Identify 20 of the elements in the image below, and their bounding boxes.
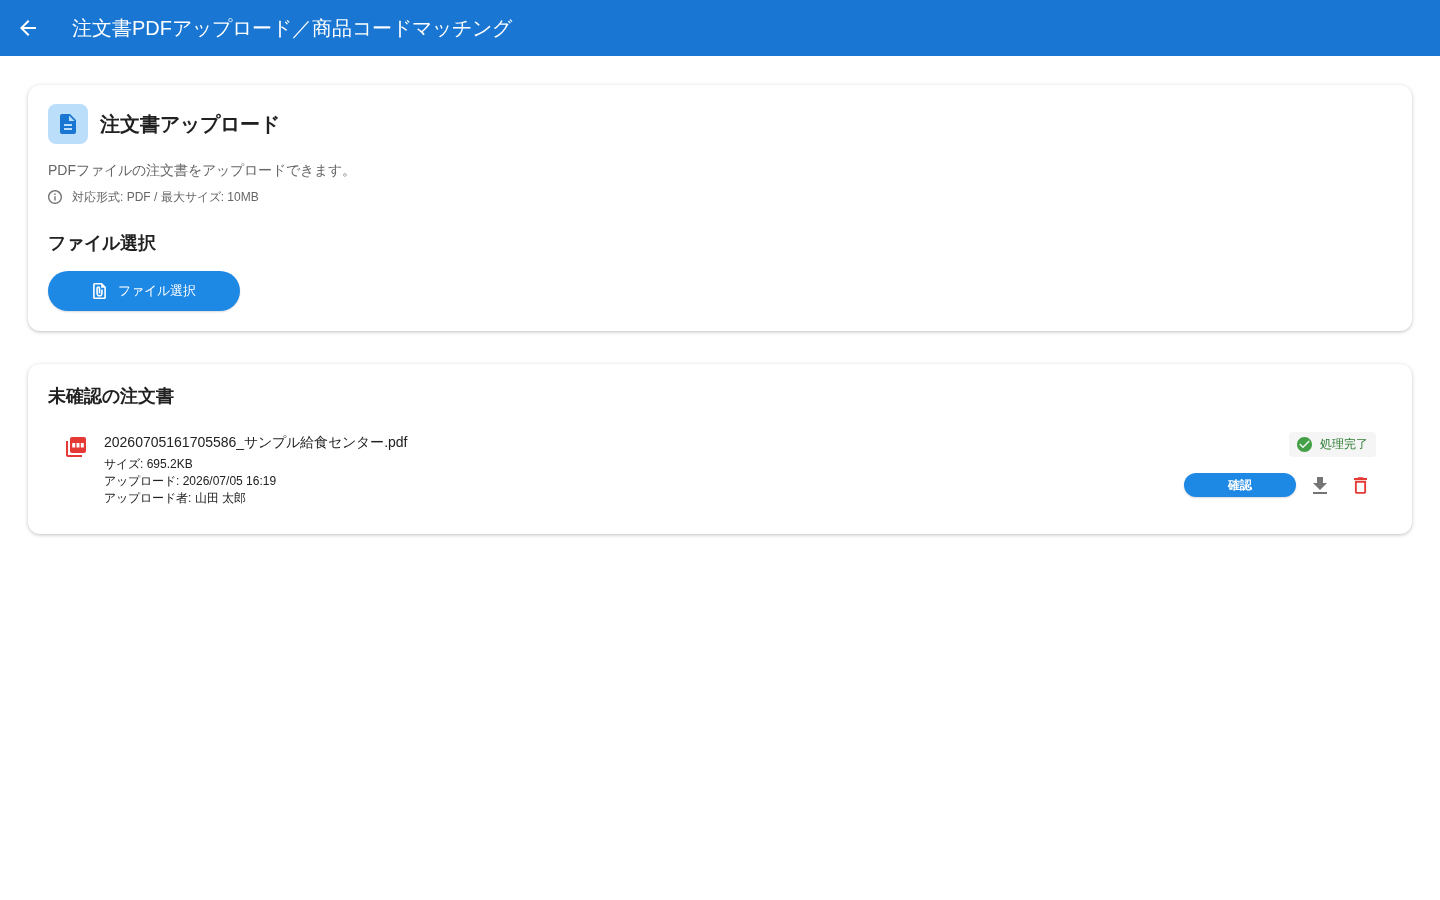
trash-icon: [1353, 476, 1367, 494]
card-title: 注文書アップロード: [100, 111, 280, 137]
file-detail: アップロード者: 山田 太郎: [104, 490, 247, 507]
upload-description: PDFファイルの注文書をアップロードできます。: [48, 161, 357, 180]
file-detail: サイズ: 695.2KB: [104, 456, 194, 473]
section-title: ファイル選択: [48, 232, 157, 255]
status-chip: 処理完了: [1289, 432, 1376, 457]
file-select-button[interactable]: ファイル選択: [48, 271, 240, 311]
confirm-button[interactable]: 確認: [1184, 473, 1296, 497]
file-icon: [92, 283, 106, 299]
section-title: 未確認の注文書: [48, 385, 175, 408]
document-icon: [48, 104, 88, 144]
file-detail: アップロード: 2026/07/05 16:19: [104, 473, 278, 490]
page-title: 注文書PDFアップロード／商品コードマッチング: [72, 15, 512, 41]
info-icon: [48, 190, 62, 204]
pdf-file-icon: [66, 437, 86, 457]
file-name: 20260705161705586_サンプル給食センター.pdf: [104, 433, 409, 452]
format-info: 対応形式: PDF / 最大サイズ: 10MB: [72, 188, 259, 206]
download-icon: [1313, 476, 1327, 494]
back-arrow-icon: [20, 20, 36, 36]
